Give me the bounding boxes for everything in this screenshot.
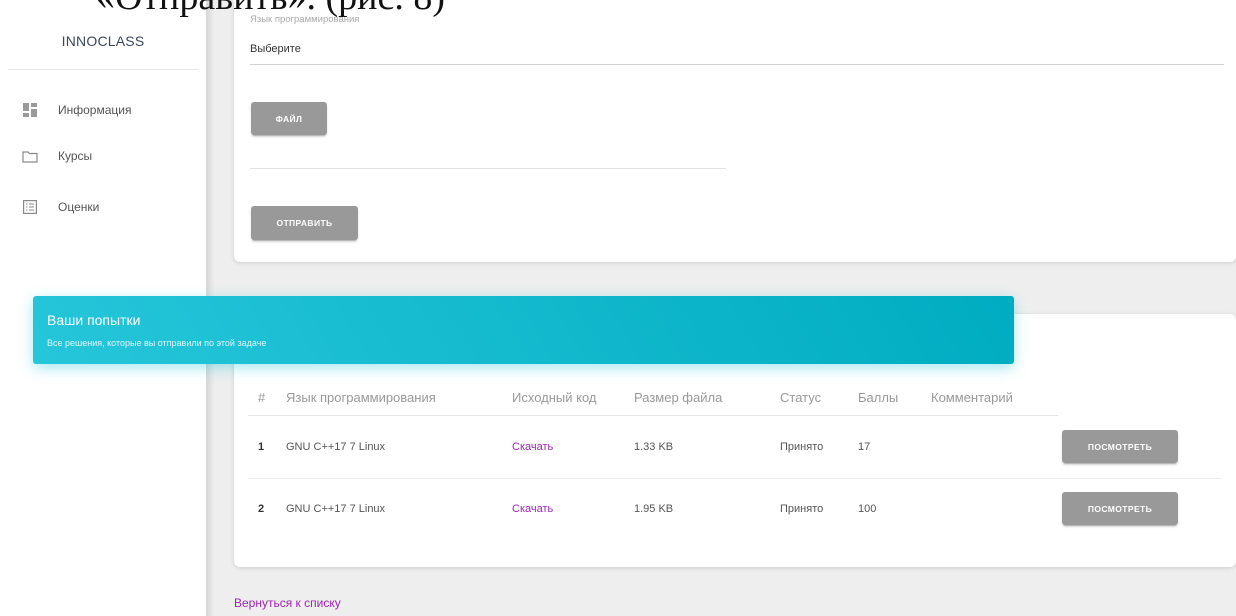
submit-card: Язык программирования Выберите ФАЙЛ ОТПР…	[234, 0, 1236, 262]
column-header-size: Размер файла	[634, 390, 723, 405]
table-header-divider	[248, 415, 1058, 416]
column-header-comment: Комментарий	[931, 390, 1013, 405]
view-button[interactable]: ПОСМОТРЕТЬ	[1062, 430, 1178, 463]
column-header-score: Баллы	[858, 390, 899, 405]
download-link[interactable]: Скачать	[512, 503, 553, 515]
column-header-number: #	[258, 390, 266, 405]
list-icon	[22, 199, 38, 215]
brand-logo: INNOCLASS	[61, 33, 145, 49]
row-number: 2	[258, 503, 265, 515]
sidebar-item-label: Оценки	[58, 200, 100, 214]
column-header-source: Исходный код	[512, 390, 597, 405]
column-header-language: Язык программирования	[286, 390, 436, 405]
row-language: GNU C++17 7 Linux	[286, 441, 386, 453]
folder-icon	[22, 148, 38, 164]
row-score: 17	[858, 441, 871, 453]
row-number: 1	[258, 441, 265, 453]
row-file-size: 1.33 KB	[634, 441, 674, 453]
row-file-size: 1.95 KB	[634, 503, 674, 515]
document-caption: «Отправить». (рис. 8)	[96, 0, 445, 16]
column-header-status: Статус	[780, 390, 822, 405]
row-score: 100	[858, 503, 877, 515]
row-language: GNU C++17 7 Linux	[286, 503, 386, 515]
file-button[interactable]: ФАЙЛ	[251, 102, 327, 135]
download-link[interactable]: Скачать	[512, 441, 553, 453]
sidebar-item-courses[interactable]: Курсы	[22, 145, 92, 167]
row-divider	[248, 478, 1222, 479]
send-button[interactable]: ОТПРАВИТЬ	[251, 206, 358, 240]
brand-divider	[8, 69, 198, 70]
sidebar-item-label: Информация	[58, 103, 132, 117]
back-to-list-link[interactable]: Вернуться к списку	[234, 596, 341, 610]
sidebar-item-grades[interactable]: Оценки	[22, 196, 99, 218]
attempts-header: Ваши попытки Все решения, которые вы отп…	[33, 296, 1014, 364]
view-button[interactable]: ПОСМОТРЕТЬ	[1062, 492, 1178, 525]
attempts-subtitle: Все решения, которые вы отправили по это…	[47, 338, 267, 348]
language-select[interactable]: Выберите	[250, 43, 1224, 65]
row-status: Принято	[780, 503, 824, 515]
dashboard-icon	[22, 102, 38, 118]
sidebar-item-information[interactable]: Информация	[22, 99, 131, 121]
row-status: Принято	[780, 441, 824, 453]
file-name-field	[250, 168, 726, 169]
sidebar-item-label: Курсы	[58, 149, 93, 163]
attempts-title: Ваши попытки	[47, 312, 141, 328]
